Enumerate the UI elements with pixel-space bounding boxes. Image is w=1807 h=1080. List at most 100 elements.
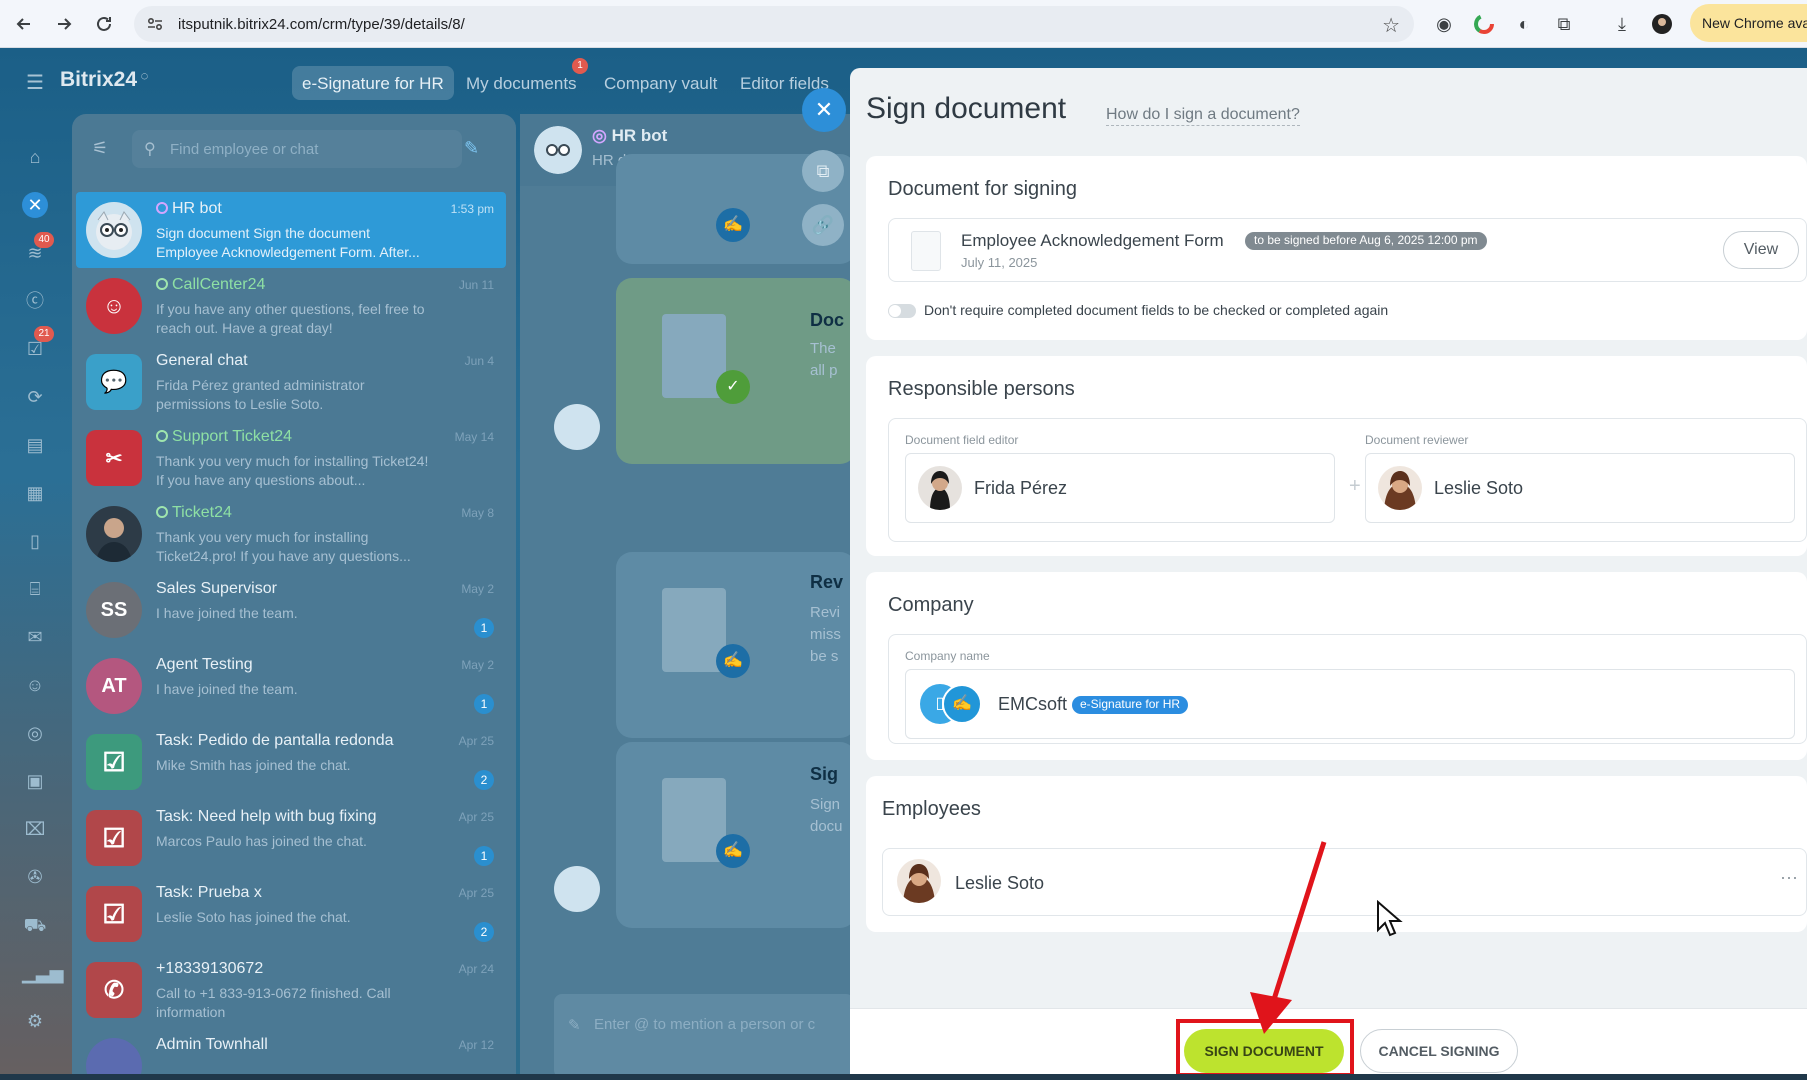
chat-item-admin-townhall[interactable]: Admin Townhall Apr 12 bbox=[76, 1028, 506, 1080]
task-avatar: ☑ bbox=[86, 810, 142, 866]
reports-icon[interactable]: ▁▃▅ bbox=[22, 960, 64, 986]
company-badge: e-Signature for HR bbox=[1072, 696, 1189, 714]
copy-link-icon[interactable]: 🔗 bbox=[802, 204, 844, 246]
reviewer-select[interactable]: Leslie Soto bbox=[1365, 453, 1795, 523]
chat-date: Apr 25 bbox=[458, 886, 494, 900]
chat-item-task-bug-fixing[interactable]: ☑ Task: Need help with bug fixing Marcos… bbox=[76, 800, 506, 876]
mouse-cursor-icon bbox=[1377, 900, 1403, 937]
hr-bot-avatar bbox=[86, 202, 142, 258]
revalidation-toggle[interactable] bbox=[888, 304, 916, 318]
help-link[interactable]: How do I sign a document? bbox=[1106, 106, 1300, 126]
chat-search[interactable]: ⚲ bbox=[132, 130, 462, 168]
sites-icon[interactable]: ◎ bbox=[22, 720, 48, 746]
field-label: Company name bbox=[905, 649, 990, 663]
files-icon[interactable]: ▤ bbox=[22, 432, 48, 458]
chat-snippet: Leslie Soto has joined the chat. bbox=[156, 909, 351, 925]
company-select[interactable]: ▯ ✍ EMCsoft e-Signature for HR bbox=[905, 669, 1795, 739]
unread-count: 2 bbox=[474, 922, 494, 942]
chat-date: May 14 bbox=[454, 430, 494, 444]
calendar-icon[interactable]: ▦ bbox=[22, 480, 48, 506]
home-icon[interactable]: ⌂ bbox=[22, 144, 48, 170]
chat-item-agent-testing[interactable]: AT Agent Testing I have joined the team.… bbox=[76, 648, 506, 724]
bitrix-logo[interactable]: Bitrix24 ◌ bbox=[60, 68, 148, 92]
chat-item-task-pedido[interactable]: ☑ Task: Pedido de pantalla redonda Mike … bbox=[76, 724, 506, 800]
close-slider-button[interactable]: ✕ bbox=[802, 88, 846, 132]
chat-item-callcenter24[interactable]: ☺ CallCenter24 If you have any other que… bbox=[76, 268, 506, 344]
view-button[interactable]: View bbox=[1723, 231, 1799, 269]
employees-section: Employees Leslie Soto ··· bbox=[866, 776, 1807, 932]
crm-icon[interactable]: ⓒ bbox=[22, 288, 48, 314]
conversation-panel: ◎ HR bot HR document signing aid ✍ ✓ Doc… bbox=[520, 114, 850, 1080]
back-button[interactable] bbox=[4, 0, 44, 48]
bookmark-star-icon[interactable]: ☆ bbox=[1382, 13, 1400, 38]
employees-icon[interactable]: ☺ bbox=[22, 672, 48, 698]
chat-date: Jun 4 bbox=[464, 354, 494, 368]
chat-name: Sales Supervisor bbox=[156, 580, 277, 597]
forward-button[interactable] bbox=[44, 0, 84, 48]
panel-footer: SIGN DOCUMENT CANCEL SIGNING bbox=[850, 1008, 1807, 1080]
profile-avatar[interactable] bbox=[1648, 10, 1676, 38]
chat-item-phone[interactable]: ✆ +18339130672 Call to +1 833-913-0672 f… bbox=[76, 952, 506, 1028]
reload-button[interactable] bbox=[84, 0, 124, 48]
employee-row[interactable]: Leslie Soto ··· bbox=[882, 848, 1807, 916]
conversation-title-text: HR bot bbox=[611, 126, 668, 145]
field-editor-select[interactable]: Frida Pérez bbox=[905, 453, 1335, 523]
field-label: Document field editor bbox=[905, 433, 1019, 447]
open-external-icon[interactable]: ⧉ bbox=[802, 150, 844, 192]
chat-snippet: Thank you very much for installing Ticke… bbox=[156, 529, 411, 564]
site-settings-icon[interactable] bbox=[146, 15, 164, 33]
messenger-icon[interactable]: ✕ bbox=[22, 192, 48, 218]
chat-name-text: CallCenter24 bbox=[172, 276, 266, 293]
marketing-icon[interactable]: ✇ bbox=[22, 864, 48, 890]
booking-icon[interactable]: ▣ bbox=[22, 768, 48, 794]
automation-icon[interactable]: ⟳ bbox=[22, 384, 48, 410]
tab-label: My documents bbox=[466, 74, 577, 93]
my-documents-badge: 1 bbox=[572, 58, 588, 74]
extensions-puzzle-icon[interactable]: ⧉ bbox=[1550, 10, 1578, 38]
extension-icon-3[interactable]: ◐ bbox=[1510, 10, 1538, 38]
filter-icon[interactable]: ⚟ bbox=[92, 138, 108, 159]
hr-bot-avatar[interactable] bbox=[534, 126, 582, 174]
unread-count: 1 bbox=[474, 846, 494, 866]
chat-item-task-prueba[interactable]: ☑ Task: Prueba x Leslie Soto has joined … bbox=[76, 876, 506, 952]
chat-snippet: I have joined the team. bbox=[156, 681, 298, 697]
message-input[interactable]: ✎ Enter @ to mention a person or c bbox=[554, 994, 850, 1078]
download-icon[interactable]: ⤓ bbox=[1608, 10, 1636, 38]
tab-my-documents[interactable]: My documents bbox=[456, 66, 587, 100]
sign-document-button[interactable]: SIGN DOCUMENT bbox=[1184, 1029, 1344, 1073]
chat-name: +18339130672 bbox=[156, 960, 264, 977]
ticket-avatar: ✂ bbox=[86, 430, 142, 486]
mail-icon[interactable]: ✉ bbox=[22, 624, 48, 650]
avatar: AT bbox=[86, 658, 142, 714]
ticket24-avatar bbox=[86, 506, 142, 562]
new-chat-icon[interactable]: ✎ bbox=[464, 138, 486, 160]
address-bar[interactable]: itsputnik.bitrix24.com/crm/type/39/detai… bbox=[134, 6, 1414, 42]
revalidation-label: Don't require completed document fields … bbox=[924, 302, 1389, 318]
chat-snippet: Mike Smith has joined the chat. bbox=[156, 757, 351, 773]
menu-burger-icon[interactable]: ☰ bbox=[26, 70, 44, 95]
tab-label: e-Signature for HR bbox=[302, 74, 444, 93]
cancel-signing-button[interactable]: CANCEL SIGNING bbox=[1360, 1029, 1518, 1073]
inventory-icon[interactable]: ⌧ bbox=[22, 816, 48, 842]
panel-title: Sign document bbox=[866, 92, 1067, 125]
extension-icon-2[interactable] bbox=[1470, 10, 1498, 38]
tab-company-vault[interactable]: Company vault bbox=[594, 66, 727, 100]
extension-icon-1[interactable]: ◉ bbox=[1430, 10, 1458, 38]
chat-item-hr-bot[interactable]: HR bot Sign document Sign the document E… bbox=[76, 192, 506, 268]
chat-name: CallCenter24 bbox=[156, 276, 265, 294]
chat-item-ticket24[interactable]: Ticket24 Thank you very much for install… bbox=[76, 496, 506, 572]
chat-name: Admin Townhall bbox=[156, 1036, 268, 1053]
chat-item-general[interactable]: 💬 General chat Frida Pérez granted admin… bbox=[76, 344, 506, 420]
documents-icon[interactable]: ▯ bbox=[22, 528, 48, 554]
task-check-icon: ☑ bbox=[102, 822, 126, 853]
chat-search-input[interactable] bbox=[170, 138, 450, 160]
chat-item-support-ticket24[interactable]: ✂ Support Ticket24 Thank you very much f… bbox=[76, 420, 506, 496]
tab-e-signature-hr[interactable]: e-Signature for HR bbox=[292, 66, 454, 100]
chat-item-sales-supervisor[interactable]: SS Sales Supervisor I have joined the te… bbox=[76, 572, 506, 648]
settings-icon[interactable]: ⚙ bbox=[22, 1008, 48, 1034]
drive-icon[interactable]: ⌸ bbox=[22, 576, 48, 602]
chat-name: General chat bbox=[156, 352, 248, 369]
new-chrome-available-button[interactable]: New Chrome avai bbox=[1690, 4, 1807, 42]
more-options-icon[interactable]: ··· bbox=[1780, 867, 1798, 888]
shop-icon[interactable]: ⛟ bbox=[22, 912, 48, 938]
